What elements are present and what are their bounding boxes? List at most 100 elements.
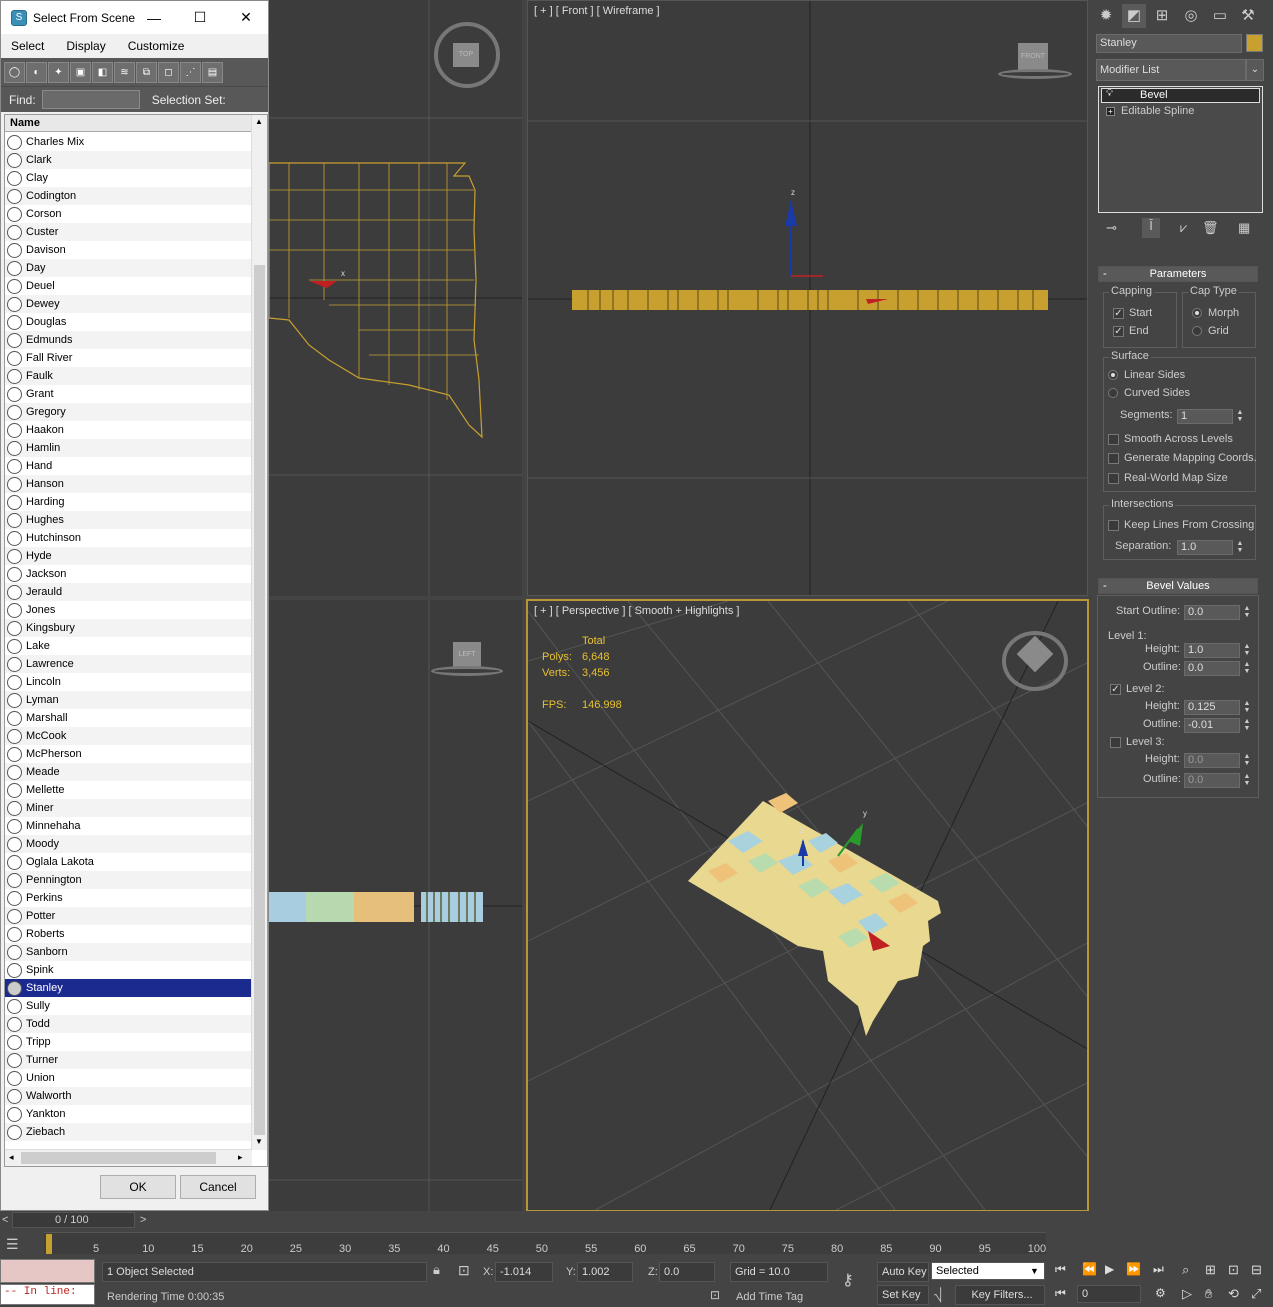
helpers-filter-icon[interactable]: ◧ — [92, 61, 113, 83]
list-item[interactable]: Lake — [5, 637, 251, 655]
modifier-list-dropdown[interactable]: Modifier List — [1096, 59, 1246, 81]
l2-height-spinner[interactable]: 0.125 — [1184, 700, 1240, 715]
go-to-end-icon[interactable]: ⏭ — [1153, 1262, 1164, 1277]
viewport-front[interactable]: z [ + ] [ Front ] [ Wireframe ] FRONT — [527, 0, 1088, 596]
list-item[interactable]: Sully — [5, 997, 251, 1015]
segments-spinner-arrows[interactable]: ▲ ▼ — [1235, 409, 1245, 424]
trackbar-playhead[interactable] — [46, 1234, 52, 1254]
maxscript-listener[interactable] — [0, 1259, 95, 1283]
list-item[interactable]: Meade — [5, 763, 251, 781]
spacewarps-filter-icon[interactable]: ≋ — [114, 61, 135, 83]
list-item[interactable]: Haakon — [5, 421, 251, 439]
front-viewport-label[interactable]: [ + ] [ Front ] [ Wireframe ] — [534, 5, 660, 17]
keep-lines-checkbox[interactable] — [1108, 520, 1119, 531]
l2-outline-spinner[interactable]: -0.01 — [1184, 718, 1240, 733]
minimize-button[interactable]: — — [131, 1, 177, 34]
menu-display[interactable]: Display — [58, 39, 113, 53]
list-item[interactable]: Hyde — [5, 547, 251, 565]
horizontal-scrollbar[interactable]: ◂ ▸ — [5, 1149, 252, 1166]
name-column-header[interactable]: Name — [5, 115, 252, 132]
zoom-all-icon[interactable]: ⊞ — [1205, 1262, 1216, 1278]
zoom-extents-icon[interactable]: ⊡ — [1228, 1262, 1239, 1278]
l3-height-spinner-arrows[interactable]: ▲ ▼ — [1242, 753, 1252, 768]
perspective-viewport-label[interactable]: [ + ] [ Perspective ] [ Smooth + Highlig… — [534, 605, 739, 617]
list-item[interactable]: Union — [5, 1069, 251, 1087]
close-button[interactable]: ✕ — [223, 1, 269, 34]
list-item[interactable]: Hamlin — [5, 439, 251, 457]
list-item[interactable]: McCook — [5, 727, 251, 745]
key-filters-button[interactable]: Key Filters... — [955, 1285, 1045, 1305]
l2-height-spinner-arrows[interactable]: ▲ ▼ — [1242, 700, 1252, 715]
list-item[interactable]: Hanson — [5, 475, 251, 493]
list-item[interactable]: Edmunds — [5, 331, 251, 349]
list-item[interactable]: Sanborn — [5, 943, 251, 961]
remove-modifier-icon[interactable]: 🗑︎ — [1202, 220, 1219, 236]
list-item[interactable]: Deuel — [5, 277, 251, 295]
l1-outline-spinner[interactable]: 0.0 — [1184, 661, 1240, 676]
list-item[interactable]: Pennington — [5, 871, 251, 889]
list-item[interactable]: Jerauld — [5, 583, 251, 601]
list-item[interactable]: Walworth — [5, 1087, 251, 1105]
pin-stack-icon[interactable]: ⊸ — [1106, 220, 1117, 236]
list-item[interactable]: Mellette — [5, 781, 251, 799]
viewport-left[interactable]: LEFT — [269, 600, 522, 1211]
groups-filter-icon[interactable]: ⧉ — [136, 61, 157, 83]
z-coordinate-field[interactable]: 0.0 — [659, 1262, 715, 1282]
list-item[interactable]: Dewey — [5, 295, 251, 313]
level3-checkbox[interactable] — [1110, 737, 1121, 748]
list-item[interactable]: Stanley — [5, 979, 251, 997]
list-item[interactable]: Spink — [5, 961, 251, 979]
go-to-start-icon[interactable]: ⏮ — [1055, 1262, 1066, 1277]
horizontal-scroll-thumb[interactable] — [21, 1152, 216, 1164]
containers-filter-icon[interactable]: ▤ — [202, 61, 223, 83]
viewcube-front-face[interactable]: FRONT — [1018, 43, 1048, 71]
l3-outline-spinner[interactable]: 0.0 — [1184, 773, 1240, 788]
separation-spinner-arrows[interactable]: ▲ ▼ — [1235, 540, 1245, 555]
list-item[interactable]: Jones — [5, 601, 251, 619]
l3-outline-spinner-arrows[interactable]: ▲ ▼ — [1242, 773, 1252, 788]
l3-height-spinner[interactable]: 0.0 — [1184, 753, 1240, 768]
vertical-scrollbar[interactable]: ▲ ▼ — [251, 115, 267, 1150]
list-item[interactable]: Clark — [5, 151, 251, 169]
set-key-button[interactable]: Set Key — [877, 1285, 929, 1305]
list-item[interactable]: Ziebach — [5, 1123, 251, 1141]
find-input[interactable] — [41, 90, 140, 109]
ok-button[interactable]: OK — [100, 1175, 176, 1199]
separation-spinner[interactable]: 1.0 — [1177, 540, 1233, 555]
gen-mapping-checkbox[interactable] — [1108, 453, 1119, 464]
trackbar-toggle-icon[interactable]: ☰ — [6, 1236, 26, 1254]
list-item[interactable]: Douglas — [5, 313, 251, 331]
object-name-field[interactable]: Stanley — [1096, 34, 1242, 53]
parameters-rollout-header[interactable]: - Parameters — [1098, 266, 1258, 282]
y-coordinate-field[interactable]: 1.002 — [577, 1262, 633, 1282]
list-item[interactable]: Davison — [5, 241, 251, 259]
list-item[interactable]: Lawrence — [5, 655, 251, 673]
scroll-left-icon[interactable]: ◂ — [9, 1152, 14, 1163]
viewcube-top-face[interactable]: TOP — [453, 43, 479, 67]
l1-height-spinner-arrows[interactable]: ▲ ▼ — [1242, 643, 1252, 658]
menu-select[interactable]: Select — [3, 39, 52, 53]
list-item[interactable]: Gregory — [5, 403, 251, 421]
list-item[interactable]: Hughes — [5, 511, 251, 529]
utilities-tab-icon[interactable]: ⚒ — [1236, 4, 1260, 28]
list-item[interactable]: Kingsbury — [5, 619, 251, 637]
cap-end-checkbox[interactable]: ✓ — [1113, 326, 1124, 337]
list-item[interactable]: Perkins — [5, 889, 251, 907]
object-color-swatch[interactable] — [1246, 34, 1263, 52]
linear-sides-radio[interactable] — [1108, 370, 1118, 380]
list-item[interactable]: Yankton — [5, 1105, 251, 1123]
pan-hand-icon[interactable]: ✋︎ — [1205, 1286, 1212, 1302]
list-item[interactable]: Custer — [5, 223, 251, 241]
l1-height-spinner[interactable]: 1.0 — [1184, 643, 1240, 658]
smooth-across-checkbox[interactable] — [1108, 434, 1119, 445]
cameras-filter-icon[interactable]: ▣ — [70, 61, 91, 83]
make-unique-icon[interactable]: ⩗ — [1180, 220, 1187, 236]
level2-checkbox[interactable]: ✓ — [1110, 684, 1121, 695]
lightbulb-icon[interactable]: 💡︎ — [1106, 88, 1113, 99]
list-item[interactable]: Day — [5, 259, 251, 277]
vertical-scroll-thumb[interactable] — [254, 265, 265, 1135]
time-slider-next[interactable]: > — [140, 1214, 146, 1226]
list-item[interactable]: Miner — [5, 799, 251, 817]
display-tab-icon[interactable]: ▭ — [1208, 4, 1232, 28]
scroll-right-icon[interactable]: ▸ — [238, 1152, 243, 1163]
